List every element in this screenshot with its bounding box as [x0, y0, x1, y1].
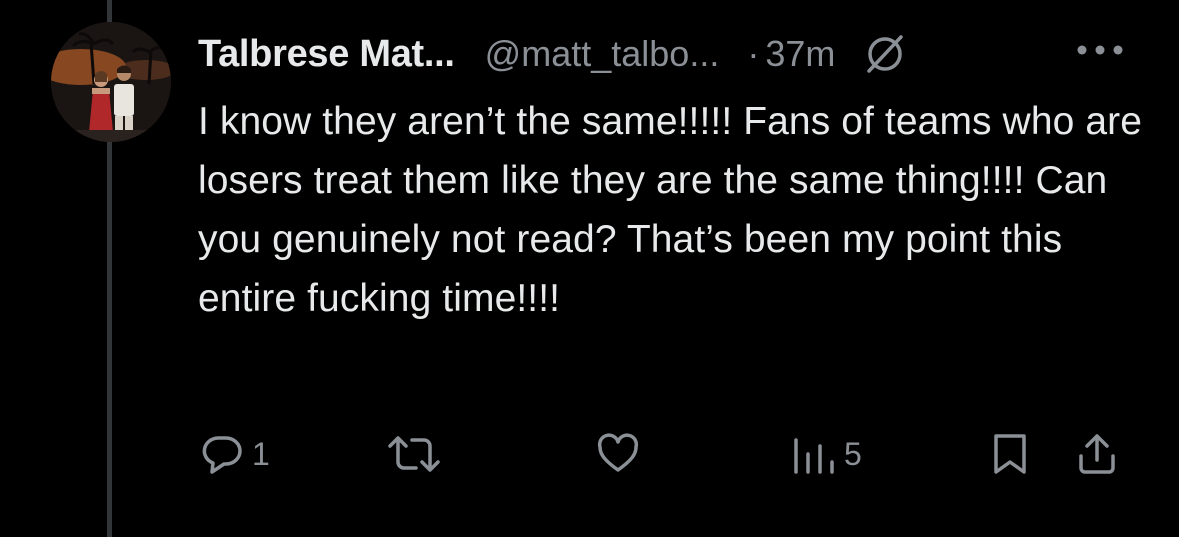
avatar[interactable] [51, 22, 171, 142]
post-text: I know they aren’t the same!!!!! Fans of… [198, 100, 1143, 320]
user-handle[interactable]: @matt_talbo... [485, 33, 720, 75]
bookmark-button[interactable] [988, 428, 1032, 480]
retweet-button[interactable] [384, 428, 450, 480]
post-time[interactable]: 37m [765, 33, 835, 75]
reply-button[interactable]: 1 [198, 428, 270, 480]
views-button[interactable]: 5 [788, 428, 862, 480]
display-name[interactable]: Talbrese Mat... [198, 33, 455, 76]
reply-icon [198, 430, 246, 478]
bar-chart-icon [788, 430, 838, 478]
share-icon [1073, 430, 1121, 478]
post-header: Talbrese Mat... @matt_talbo... · 37m [198, 24, 907, 84]
views-count: 5 [844, 435, 862, 472]
action-bar: 1 5 [198, 428, 1128, 480]
no-entry-slash-icon [863, 32, 907, 76]
bookmark-icon [988, 430, 1032, 478]
like-button[interactable] [594, 428, 648, 480]
heart-icon [594, 430, 642, 478]
retweet-icon [384, 430, 444, 478]
more-dots-icon[interactable] [1072, 30, 1128, 70]
separator-dot: · [747, 33, 760, 74]
share-button[interactable] [1073, 428, 1121, 480]
reply-count: 1 [252, 435, 270, 472]
